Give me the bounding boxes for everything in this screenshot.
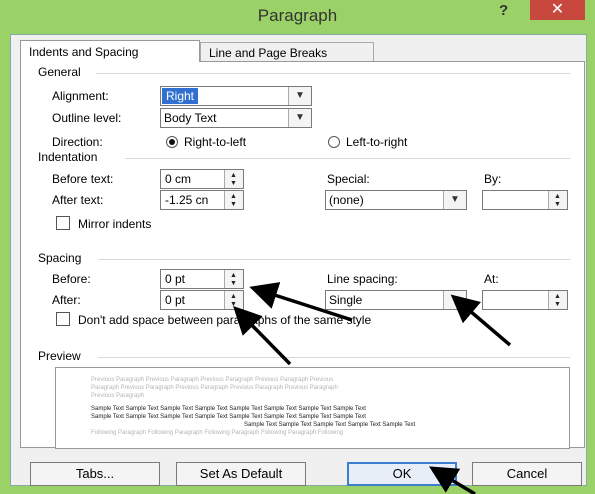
preview-divider [98, 357, 570, 358]
spacing-heading: Spacing [38, 251, 82, 265]
preview-previous-line: Previous Paragraph Previous Paragraph Pr… [91, 377, 334, 383]
rtl-label[interactable]: Right-to-left [184, 135, 246, 149]
tabs-button[interactable]: Tabs... [30, 462, 160, 486]
outline-level-combo[interactable]: Body Text ▼ [160, 108, 312, 128]
special-combo[interactable]: (none) ▼ [325, 190, 467, 210]
help-button[interactable]: ? [499, 2, 508, 19]
preview-sample-line: Sample Text Sample Text Sample Text Samp… [91, 406, 366, 412]
spin-down-icon[interactable]: ▼ [554, 301, 561, 308]
spinner-buttons[interactable]: ▲ ▼ [548, 291, 567, 309]
dont-add-space-checkbox[interactable] [56, 312, 70, 326]
mirror-indents-checkbox[interactable] [56, 216, 70, 230]
before-text-label: Before text: [52, 172, 114, 186]
spacing-after-label: After: [52, 293, 81, 307]
paragraph-dialog: Paragraph ? ✕ Indents and Spacing Line a… [0, 0, 595, 494]
general-heading: General [38, 65, 81, 79]
chevron-down-icon[interactable]: ▼ [288, 87, 311, 105]
spin-down-icon[interactable]: ▼ [230, 180, 237, 187]
spacing-before-value: 0 pt [165, 272, 186, 286]
spacing-after-value: 0 pt [165, 293, 186, 307]
tab-line-and-page-breaks[interactable]: Line and Page Breaks [200, 42, 374, 62]
cancel-button[interactable]: Cancel [472, 462, 582, 486]
at-spinner[interactable]: ▲ ▼ [482, 290, 568, 310]
spacing-before-spinner[interactable]: 0 pt ▲ ▼ [160, 269, 244, 289]
line-spacing-label: Line spacing: [327, 272, 398, 286]
alignment-label: Alignment: [52, 89, 109, 103]
chevron-down-icon[interactable]: ▼ [443, 191, 466, 209]
close-icon: ✕ [550, 1, 565, 18]
preview-sample-line: Sample Text Sample Text Sample Text Samp… [244, 422, 416, 428]
preview-previous-line: Previous Paragraph [91, 393, 145, 399]
mirror-indents-label[interactable]: Mirror indents [78, 217, 151, 231]
preview-previous-line: Paragraph Previous Paragraph Previous Pa… [91, 385, 338, 391]
spinner-buttons[interactable]: ▲ ▼ [224, 270, 243, 288]
at-label: At: [484, 272, 499, 286]
line-spacing-combo[interactable]: Single ▼ [325, 290, 467, 310]
special-value: (none) [329, 193, 364, 207]
preview-box: Previous Paragraph Previous Paragraph Pr… [55, 367, 570, 449]
spin-up-icon[interactable]: ▲ [554, 293, 561, 300]
after-text-label: After text: [52, 193, 104, 207]
spinner-buttons[interactable]: ▲ ▼ [224, 191, 243, 209]
ltr-label[interactable]: Left-to-right [346, 135, 407, 149]
ltr-radio[interactable] [328, 136, 340, 148]
outline-level-label: Outline level: [52, 111, 122, 125]
set-as-default-button[interactable]: Set As Default [176, 462, 306, 486]
indentation-heading: Indentation [38, 150, 98, 164]
general-divider [96, 73, 570, 74]
spin-down-icon[interactable]: ▼ [230, 301, 237, 308]
spacing-divider [98, 259, 570, 260]
after-text-spinner[interactable]: -1.25 cn ▲ ▼ [160, 190, 244, 210]
spin-up-icon[interactable]: ▲ [230, 293, 237, 300]
spin-up-icon[interactable]: ▲ [230, 193, 237, 200]
by-label: By: [484, 172, 502, 186]
spinner-buttons[interactable]: ▲ ▼ [548, 191, 567, 209]
spin-up-icon[interactable]: ▲ [230, 272, 237, 279]
outline-level-value: Body Text [164, 111, 217, 125]
close-button[interactable]: ✕ [530, 0, 585, 20]
spin-down-icon[interactable]: ▼ [230, 280, 237, 287]
indentation-divider [125, 158, 570, 159]
before-text-value: 0 cm [165, 172, 192, 186]
rtl-radio[interactable] [166, 136, 178, 148]
after-text-value: -1.25 cn [165, 193, 209, 207]
ok-button[interactable]: OK [347, 462, 457, 486]
preview-sample-line: Sample Text Sample Text Sample Text Samp… [91, 414, 366, 420]
spin-up-icon[interactable]: ▲ [230, 172, 237, 179]
title-bar[interactable]: Paragraph ? ✕ [0, 0, 595, 34]
direction-label: Direction: [52, 135, 103, 149]
spinner-buttons[interactable]: ▲ ▼ [224, 291, 243, 309]
alignment-combo[interactable]: Right ▼ [160, 86, 312, 106]
line-spacing-value: Single [329, 293, 363, 307]
spin-down-icon[interactable]: ▼ [554, 201, 561, 208]
spin-down-icon[interactable]: ▼ [230, 201, 237, 208]
chevron-down-icon[interactable]: ▼ [288, 109, 311, 127]
alignment-value: Right [162, 88, 199, 104]
special-label: Special: [327, 172, 370, 186]
preview-heading: Preview [38, 349, 81, 363]
spacing-after-spinner[interactable]: 0 pt ▲ ▼ [160, 290, 244, 310]
tab-indents-and-spacing[interactable]: Indents and Spacing [20, 40, 200, 62]
dont-add-space-label[interactable]: Don't add space between paragraphs of th… [78, 313, 371, 327]
chevron-down-icon[interactable]: ▼ [443, 291, 466, 309]
spin-up-icon[interactable]: ▲ [554, 193, 561, 200]
by-spinner[interactable]: ▲ ▼ [482, 190, 568, 210]
spacing-before-label: Before: [52, 272, 91, 286]
before-text-spinner[interactable]: 0 cm ▲ ▼ [160, 169, 244, 189]
preview-following-line: Following Paragraph Following Paragraph … [91, 430, 344, 436]
spinner-buttons[interactable]: ▲ ▼ [224, 170, 243, 188]
